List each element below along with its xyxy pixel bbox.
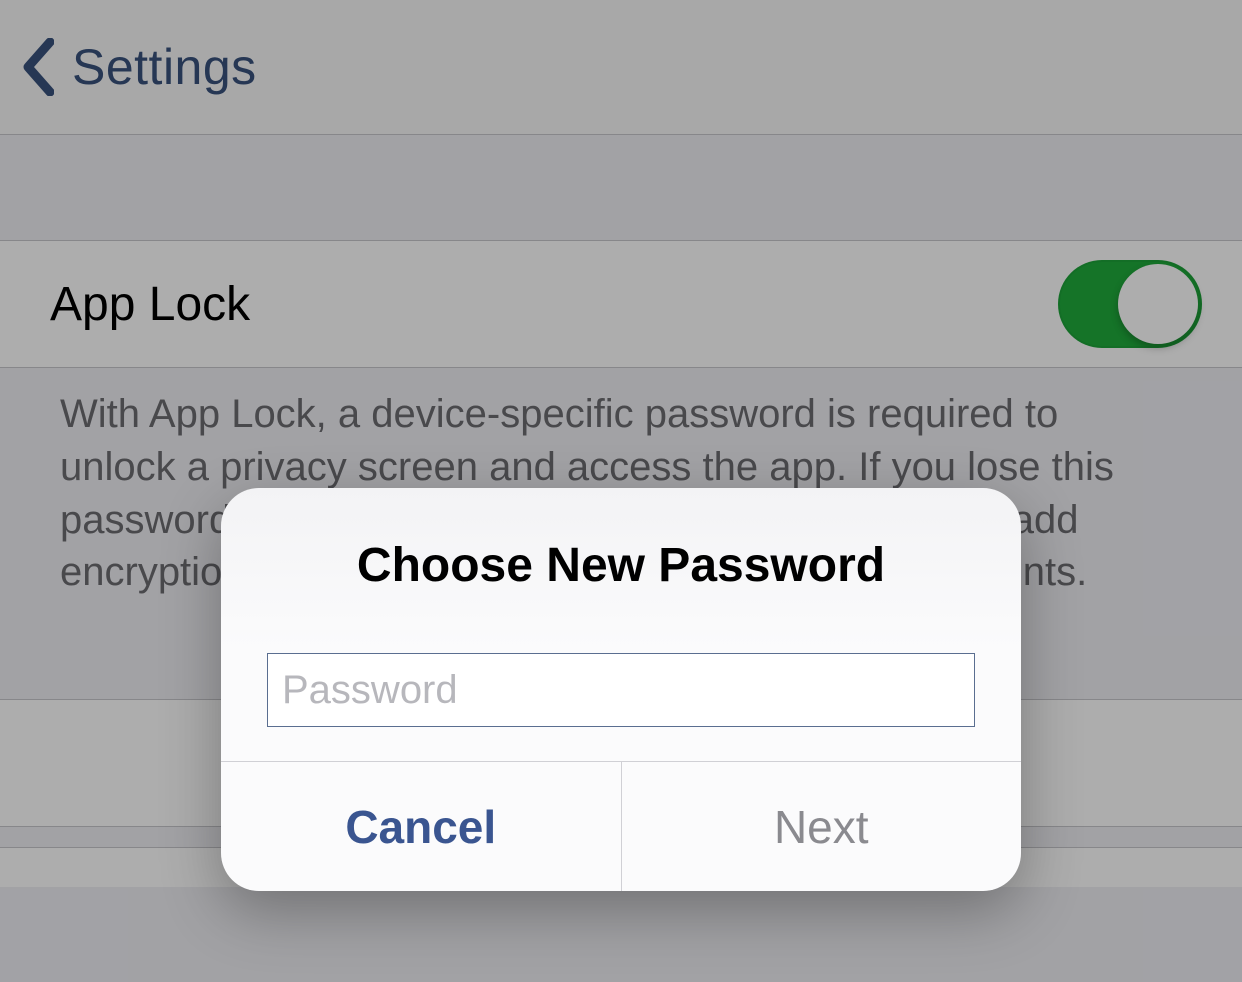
modal-title: Choose New Password [265, 538, 977, 593]
modal-buttons: Cancel Next [221, 761, 1021, 891]
password-input[interactable] [267, 653, 975, 727]
modal-body: Choose New Password [221, 488, 1021, 761]
password-modal: Choose New Password Cancel Next [221, 488, 1021, 891]
next-button[interactable]: Next [621, 762, 1022, 891]
cancel-button[interactable]: Cancel [221, 762, 621, 891]
